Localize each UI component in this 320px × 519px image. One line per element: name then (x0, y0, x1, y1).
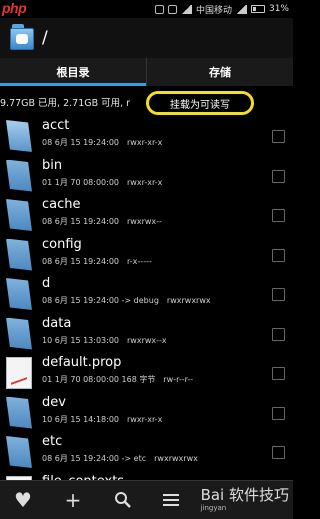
menu-icon[interactable] (158, 487, 184, 513)
list-item[interactable]: d 08 6月 15 19:24:00 -> debug rwxrwxrwx (0, 274, 293, 314)
select-checkbox[interactable] (272, 209, 285, 222)
search-icon[interactable] (110, 487, 136, 513)
signal-icon (180, 4, 192, 14)
php-logo: php (2, 0, 27, 16)
folder-icon (6, 120, 32, 152)
select-checkbox[interactable] (272, 406, 285, 420)
file-meta: 08 6月 15 19:24:00 -> debug rwxrwxrwx (42, 295, 211, 306)
document-icon (6, 357, 32, 389)
file-permissions: rwxrwxrwx (166, 296, 211, 305)
file-list: acct 08 6月 15 19:24:00 rwxr-xr-x bin 01 1… (0, 116, 293, 480)
file-date: 10 6月 15 13:03:00 (42, 335, 120, 345)
list-item[interactable]: acct 08 6月 15 19:24:00 rwxr-xr-x (0, 116, 293, 156)
file-date: 08 6月 15 19:24:00 (42, 256, 120, 266)
file-meta: 10 6月 15 13:03:00 rwxrwx--x (42, 335, 167, 346)
folder-icon (6, 278, 32, 310)
storage-usage-text: 9.77GB 已用, 2.71GB 可用, r (0, 98, 131, 109)
file-name: default.prop (42, 355, 122, 370)
list-item[interactable]: dev 10 6月 15 14:18:00 rwxr-xr-x (0, 393, 293, 433)
tab-root[interactable]: 根目录 (0, 58, 147, 86)
alarm-icon (154, 4, 164, 14)
file-permissions: r-x----- (127, 256, 152, 266)
file-name: dev (42, 394, 66, 410)
file-name: acct (42, 118, 70, 133)
list-item[interactable]: file_contexts (0, 472, 293, 480)
list-item[interactable]: bin 01 1月 70 08:00:00 rwxr-xr-x (0, 156, 293, 196)
current-path: / (42, 28, 48, 48)
vibrate-icon (167, 4, 177, 14)
list-item[interactable]: etc 08 6月 15 19:24:00 -> etc rwxrwxrwx (0, 432, 293, 472)
list-item[interactable]: cache 08 6月 15 19:24:00 rwxrwx-- (0, 195, 293, 235)
file-date: 01 1月 70 08:00:00 (42, 177, 120, 187)
wifi-icon (235, 4, 247, 14)
plus-icon[interactable]: + (60, 487, 86, 513)
file-name: data (42, 315, 72, 331)
select-checkbox[interactable] (272, 288, 285, 301)
list-item[interactable]: config 08 6月 15 19:24:00 r-x----- (0, 235, 293, 275)
file-name: cache (42, 197, 81, 212)
watermark: Bai 软件技巧 jingyan (200, 484, 289, 512)
file-name: config (42, 236, 82, 252)
file-meta: 08 6月 15 19:24:00 r-x----- (42, 256, 152, 267)
file-name: d (42, 276, 51, 291)
file-date: 08 6月 15 19:24:00 -> debug (42, 296, 159, 305)
list-item[interactable]: data 10 6月 15 13:03:00 rwxrwx--x (0, 314, 293, 354)
folder-icon (6, 238, 32, 271)
status-bar: php 中国移动 31% (0, 0, 293, 18)
file-meta: 08 6月 15 19:24:00 -> etc rwxrwxrwx (42, 453, 198, 464)
file-permissions: rw-r--r-- (163, 375, 194, 384)
app-folder-icon[interactable] (10, 24, 34, 52)
file-meta: 08 6月 15 19:24:00 rwxrwx-- (42, 216, 162, 227)
select-checkbox[interactable] (272, 327, 285, 341)
file-date: 01 1月 70 08:00:00 168 字节 (42, 375, 156, 384)
file-name: bin (42, 157, 63, 173)
folder-icon (6, 396, 32, 429)
watermark-sub: jingyan (200, 504, 227, 512)
carrier-name: 中国移动 (195, 5, 232, 16)
list-item[interactable]: default.prop 01 1月 70 08:00:00 168 字节 rw-… (0, 353, 293, 393)
file-date: 08 6月 15 19:24:00 (42, 217, 120, 226)
file-date: 08 6月 15 19:24:00 (42, 138, 120, 147)
title-bar: / (0, 18, 293, 58)
select-checkbox[interactable] (272, 169, 285, 183)
folder-icon (6, 317, 32, 350)
file-date: 08 6月 15 19:24:00 -> etc (42, 454, 147, 463)
battery-icon (250, 5, 265, 13)
file-permissions: rwxr-xr-x (127, 414, 163, 424)
folder-icon (6, 199, 32, 231)
file-permissions: rwxrwx-- (127, 217, 162, 226)
battery-level: 31% (268, 4, 289, 14)
select-checkbox[interactable] (272, 446, 285, 459)
file-date: 10 6月 15 14:18:00 (42, 414, 120, 424)
file-meta: 10 6月 15 14:18:00 rwxr-xr-x (42, 414, 162, 425)
folder-icon (6, 436, 32, 468)
heart-icon[interactable]: ♥ (10, 487, 36, 513)
select-checkbox[interactable] (272, 248, 285, 262)
file-meta: 01 1月 70 08:00:00 rwxr-xr-x (42, 177, 162, 188)
file-permissions: rwxrwx--x (127, 335, 167, 345)
file-name: etc (42, 434, 63, 449)
watermark-text: Bai 软件技巧 (200, 486, 289, 504)
mount-rw-button[interactable]: 挂载为可读写 (146, 91, 254, 115)
file-permissions: rwxrwxrwx (154, 454, 198, 463)
folder-icon (6, 159, 32, 192)
select-checkbox[interactable] (272, 130, 285, 143)
select-checkbox[interactable] (272, 367, 285, 380)
file-meta: 01 1月 70 08:00:00 168 字节 rw-r--r-- (42, 374, 193, 385)
location-tabs: 根目录 存储 (0, 58, 293, 86)
file-permissions: rwxr-xr-x (127, 138, 163, 147)
file-meta: 08 6月 15 19:24:00 rwxr-xr-x (42, 137, 162, 148)
file-permissions: rwxr-xr-x (127, 177, 163, 187)
status-indicators: 中国移动 31% (154, 2, 289, 16)
tab-storage[interactable]: 存储 (147, 58, 293, 86)
